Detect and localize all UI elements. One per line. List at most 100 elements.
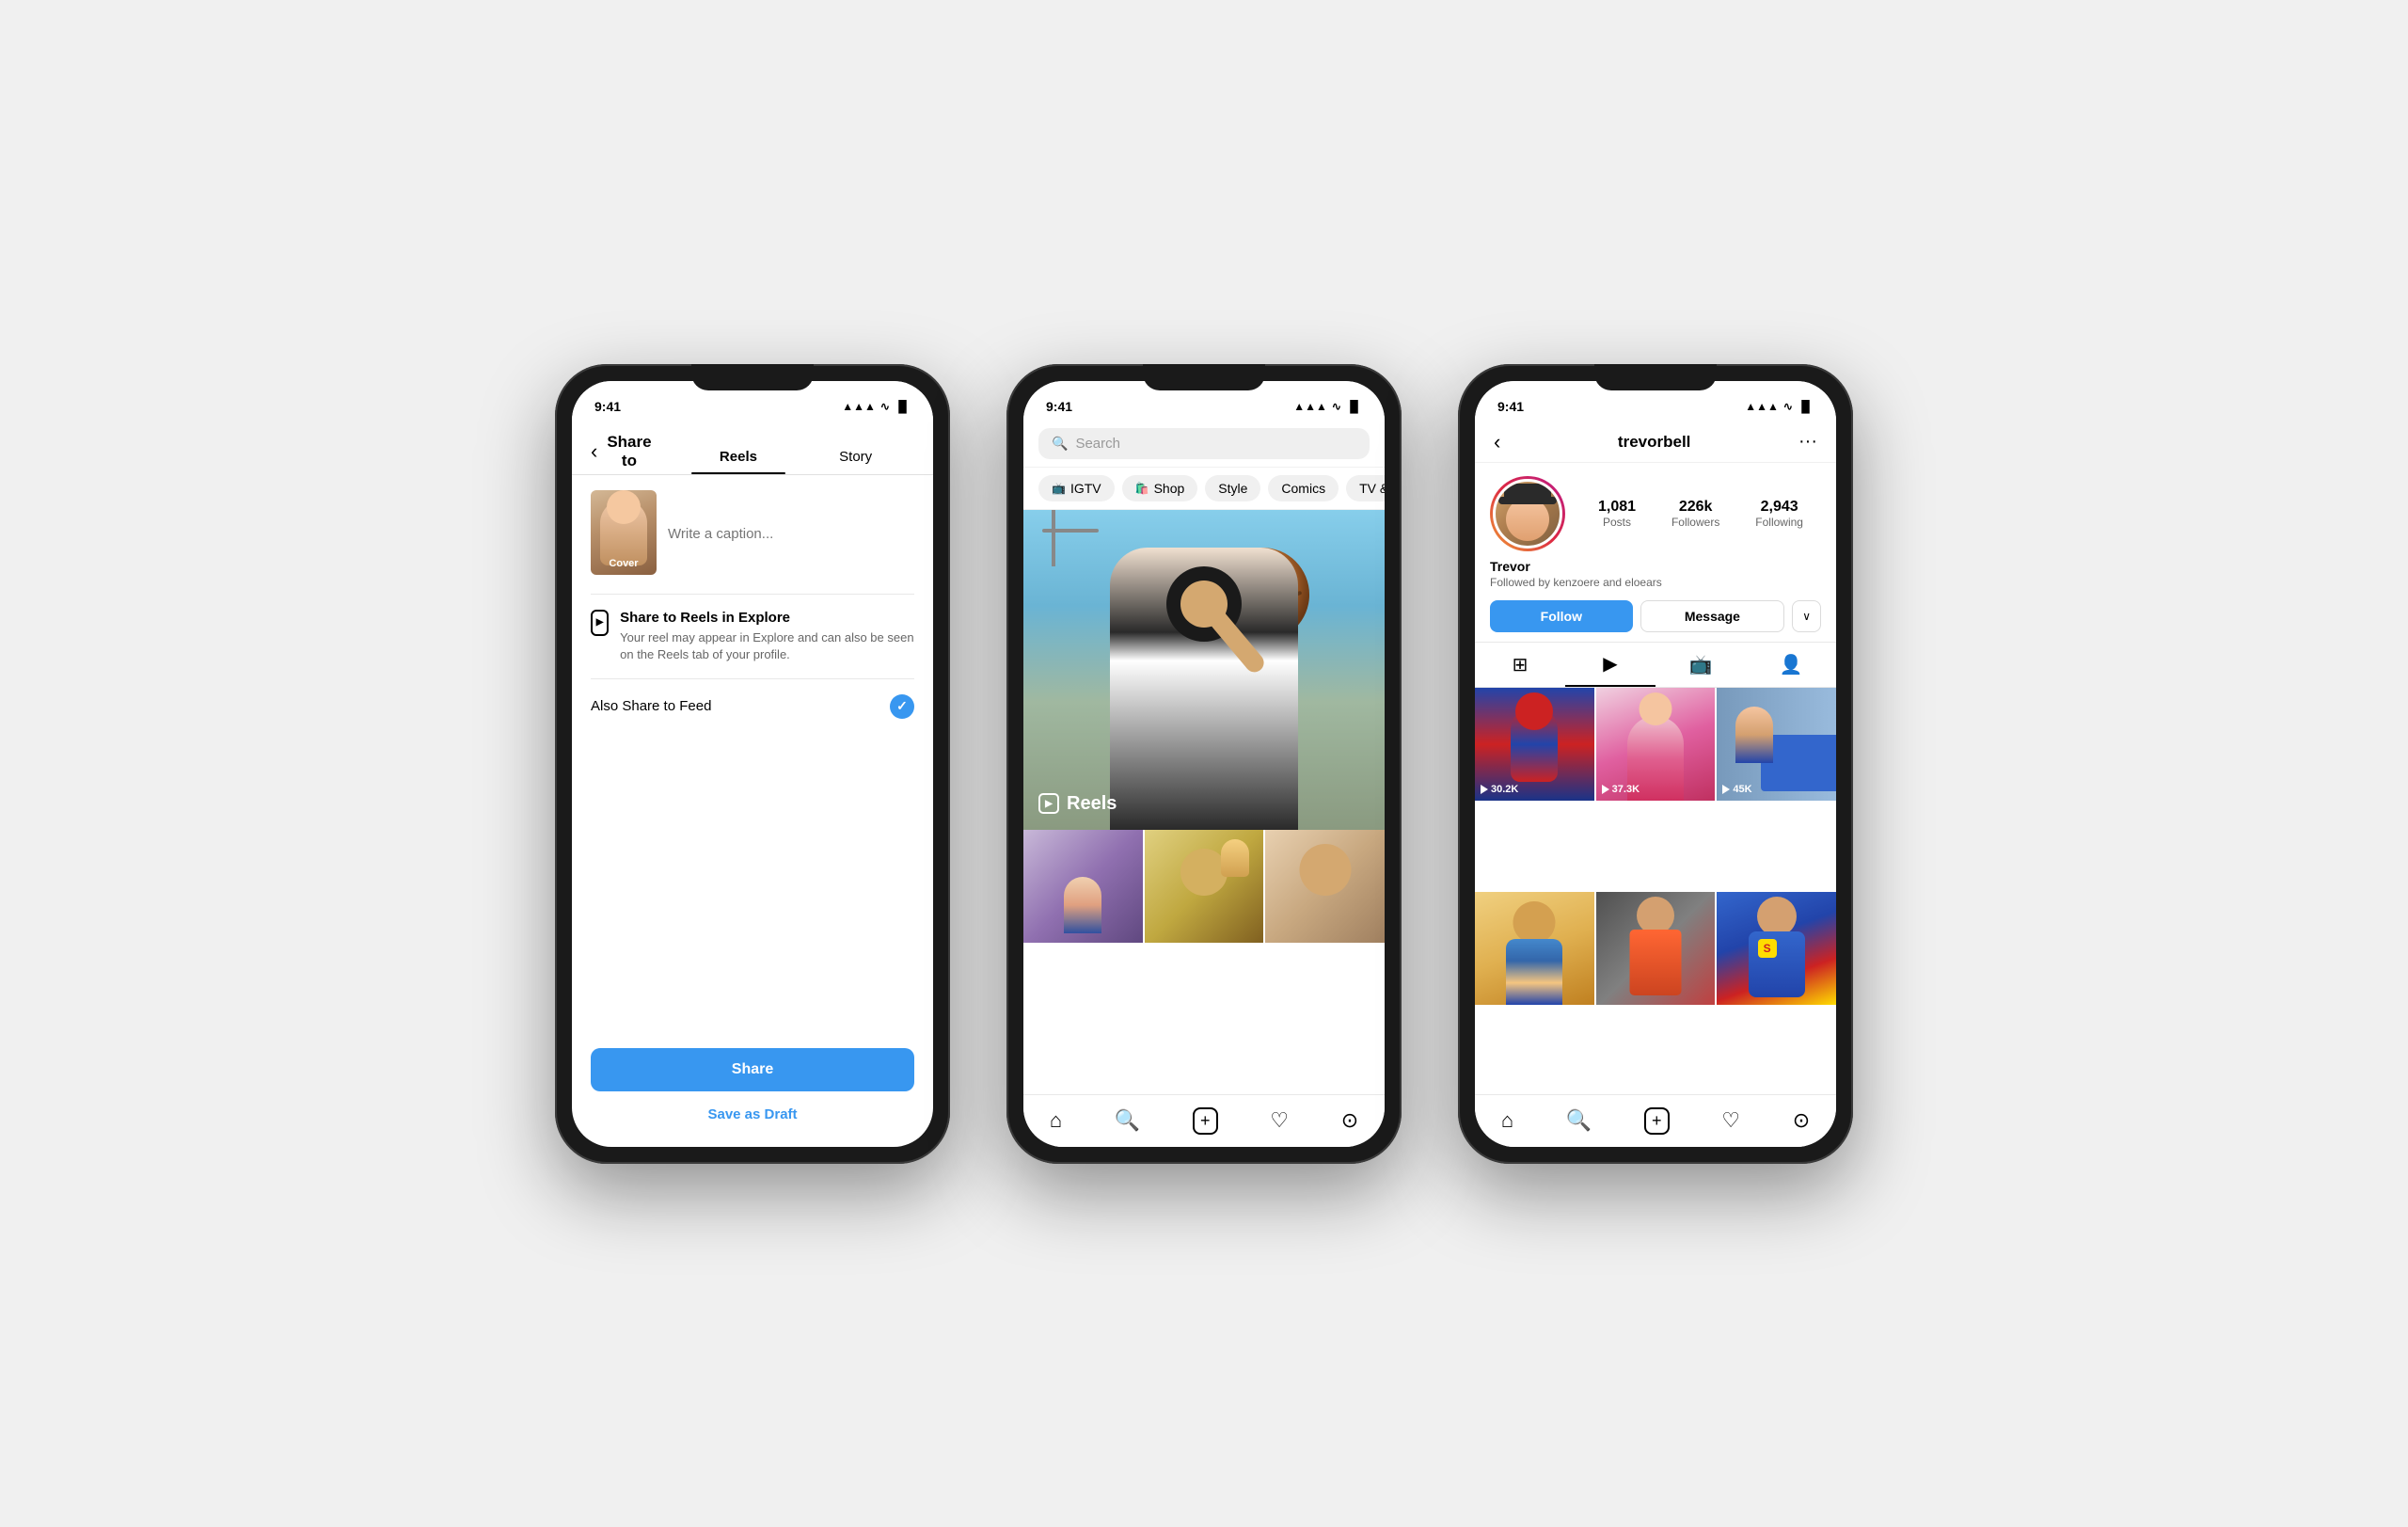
back-button[interactable]: ‹ — [591, 439, 597, 464]
profile-info-row: 1,081 Posts 226k Followers 2,943 Followi… — [1475, 463, 1836, 559]
phone2-content: 🔍 Search 📺 IGTV 🛍️ Shop Style — [1023, 422, 1385, 1147]
wifi-icon-3: ∿ — [1783, 400, 1793, 413]
mini-cell-2 — [1145, 830, 1264, 943]
status-time-2: 9:41 — [1046, 399, 1072, 414]
gym-img — [1596, 892, 1716, 1005]
stat-followers-num: 226k — [1671, 499, 1719, 516]
cover-thumbnail[interactable]: Cover — [591, 490, 657, 575]
boy-img — [1475, 892, 1594, 1005]
share-button[interactable]: Share — [591, 1048, 914, 1091]
also-share-row: Also Share to Feed ✓ — [591, 679, 914, 734]
search-bar[interactable]: 🔍 Search — [1038, 428, 1370, 459]
status-time-3: 9:41 — [1497, 399, 1524, 414]
explore-grid: ▶ Reels — [1023, 510, 1385, 1094]
search-placeholder: Search — [1075, 436, 1120, 452]
grid-item-4[interactable] — [1475, 892, 1594, 1005]
heart-icon-p3[interactable]: ♡ — [1721, 1108, 1740, 1133]
mini-cell-3 — [1265, 830, 1385, 943]
also-share-checkbox[interactable]: ✓ — [890, 694, 914, 719]
category-comics[interactable]: Comics — [1268, 475, 1339, 501]
tab-tagged[interactable]: 👤 — [1746, 643, 1836, 687]
phones-container: 9:41 ▲▲▲ ∿ ▐▌ ‹ Share to Reels Story — [555, 364, 1853, 1164]
avatar-hat — [1504, 484, 1551, 501]
profile-icon-p2[interactable]: ⊙ — [1341, 1108, 1358, 1133]
status-icons-2: ▲▲▲ ∿ ▐▌ — [1293, 400, 1362, 413]
add-icon-p3[interactable]: + — [1644, 1107, 1670, 1135]
action-buttons-row: Follow Message ∨ — [1475, 593, 1836, 642]
phone-2: 9:41 ▲▲▲ ∿ ▐▌ 🔍 Search 📺 IGT — [1006, 364, 1402, 1164]
reels-icon-small: ▶ — [591, 610, 609, 636]
caption-input[interactable] — [668, 490, 914, 575]
view-count-1: 30.2K — [1481, 784, 1518, 795]
share-title: Share to — [607, 433, 651, 470]
home-icon-p3[interactable]: ⌂ — [1501, 1108, 1513, 1133]
follow-button[interactable]: Follow — [1490, 600, 1633, 632]
share-explore-desc: Your reel may appear in Explore and can … — [620, 629, 914, 663]
caption-row: Cover — [591, 490, 914, 575]
profile-grid: 30.2K 37.3K — [1475, 688, 1836, 1094]
stats-row: 1,081 Posts 226k Followers 2,943 Followi… — [1580, 499, 1821, 529]
dropdown-button[interactable]: ∨ — [1792, 600, 1821, 632]
category-tv[interactable]: TV & Movie — [1346, 475, 1385, 501]
followed-by-text: Followed by kenzoere and eloears — [1490, 576, 1821, 589]
tab-reels-profile[interactable]: ▶ — [1565, 643, 1656, 687]
profile-icon-p3[interactable]: ⊙ — [1793, 1108, 1810, 1133]
status-icons-1: ▲▲▲ ∿ ▐▌ — [842, 400, 911, 413]
signal-icon-2: ▲▲▲ — [1293, 400, 1327, 413]
category-style[interactable]: Style — [1205, 475, 1260, 501]
save-draft-button[interactable]: Save as Draft — [591, 1101, 914, 1128]
profile-name-row: Trevor Followed by kenzoere and eloears — [1475, 559, 1836, 593]
signal-icon: ▲▲▲ — [842, 400, 876, 413]
wifi-icon-2: ∿ — [1332, 400, 1341, 413]
tab-igtv-profile[interactable]: 📺 — [1656, 643, 1746, 687]
notch-2 — [1143, 364, 1265, 390]
phone3-content: ‹ trevorbell ··· 1,081 — [1475, 422, 1836, 1147]
grid-item-1[interactable]: 30.2K — [1475, 688, 1594, 801]
share-explore-row: ▶ Share to Reels in Explore Your reel ma… — [591, 594, 914, 679]
grid-item-6[interactable]: S — [1717, 892, 1836, 1005]
tab-grid[interactable]: ⊞ — [1475, 643, 1565, 687]
heart-icon-p2[interactable]: ♡ — [1270, 1108, 1289, 1133]
grid-item-5[interactable] — [1596, 892, 1716, 1005]
main-explore-image: ▶ Reels — [1023, 510, 1385, 830]
superman-img: S — [1717, 892, 1836, 1005]
more-options-button[interactable]: ··· — [1798, 431, 1817, 453]
share-actions: Share Save as Draft — [572, 1048, 933, 1147]
share-header: ‹ Share to Reels Story — [572, 422, 933, 475]
wifi-icon: ∿ — [880, 400, 890, 413]
status-time-1: 9:41 — [594, 399, 621, 414]
avatar-ring — [1490, 476, 1565, 551]
mini-grid — [1023, 830, 1385, 943]
profile-header-bar: ‹ trevorbell ··· — [1475, 422, 1836, 463]
share-body: Cover ▶ Share to Reels in Explore Your r… — [572, 475, 933, 1048]
basketball-scene: ▶ Reels — [1023, 510, 1385, 830]
phone-1: 9:41 ▲▲▲ ∿ ▐▌ ‹ Share to Reels Story — [555, 364, 950, 1164]
status-icons-3: ▲▲▲ ∿ ▐▌ — [1745, 400, 1814, 413]
grid-item-2[interactable]: 37.3K — [1596, 688, 1716, 801]
stat-posts-label: Posts — [1598, 516, 1636, 529]
message-button[interactable]: Message — [1640, 600, 1785, 632]
search-nav-icon-p2[interactable]: 🔍 — [1115, 1108, 1140, 1133]
search-icon-p3[interactable]: 🔍 — [1566, 1108, 1592, 1133]
category-shop[interactable]: 🛍️ Shop — [1122, 475, 1198, 501]
search-icon: 🔍 — [1052, 436, 1068, 452]
profile-back-button[interactable]: ‹ — [1494, 430, 1500, 454]
battery-icon: ▐▌ — [895, 400, 911, 413]
stat-following-num: 2,943 — [1755, 499, 1803, 516]
phone2-navbar: ⌂ 🔍 + ♡ ⊙ — [1023, 1094, 1385, 1147]
grid-item-3[interactable]: 45K — [1717, 688, 1836, 801]
also-share-label: Also Share to Feed — [591, 698, 711, 714]
mini-cell-1 — [1023, 830, 1143, 943]
avatar — [1493, 479, 1562, 549]
add-icon-p2[interactable]: + — [1193, 1107, 1218, 1135]
stat-followers: 226k Followers — [1671, 499, 1719, 529]
reels-icon-explore: ▶ — [1038, 793, 1059, 814]
home-icon-p2[interactable]: ⌂ — [1050, 1108, 1062, 1133]
tab-reels[interactable]: Reels — [680, 439, 798, 474]
search-bar-row: 🔍 Search — [1023, 422, 1385, 468]
phone-3: 9:41 ▲▲▲ ∿ ▐▌ ‹ trevorbell ··· — [1458, 364, 1853, 1164]
stat-following: 2,943 Following — [1755, 499, 1803, 529]
tab-story[interactable]: Story — [797, 439, 914, 474]
category-igtv[interactable]: 📺 IGTV — [1038, 475, 1115, 501]
play-icon-2 — [1602, 785, 1609, 794]
